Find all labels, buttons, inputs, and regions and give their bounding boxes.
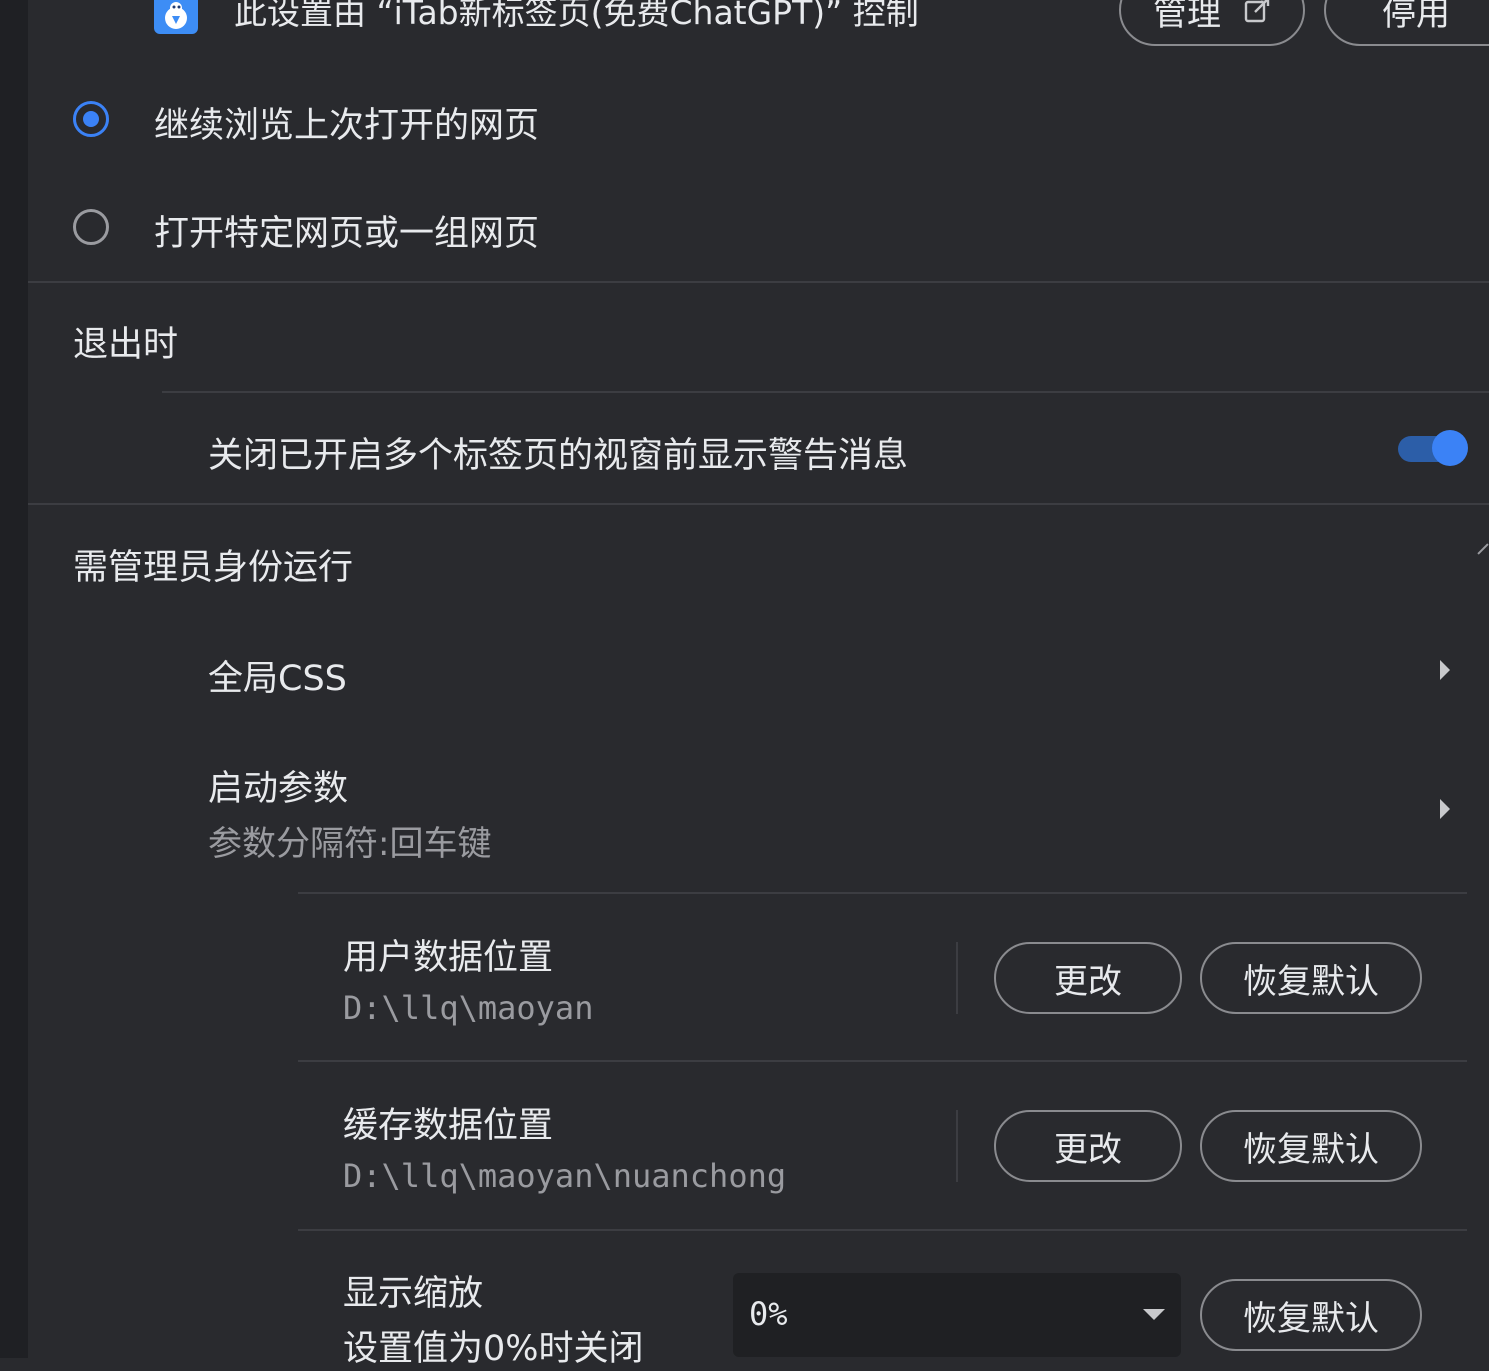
global-css-chevron-right-icon[interactable] — [1440, 660, 1450, 680]
radio-open-specific-pages[interactable] — [73, 209, 109, 245]
vertical-separator — [956, 1110, 958, 1182]
radio-label-continue-session: 继续浏览上次打开的网页 — [154, 106, 540, 146]
display-zoom-label: 显示缩放 — [343, 1274, 484, 1314]
manage-label: 管理 — [1153, 0, 1221, 34]
itab-extension-icon — [154, 0, 198, 34]
dropdown-caret-icon — [1143, 1309, 1165, 1320]
section-divider — [28, 503, 1489, 505]
display-zoom-value: 0% — [749, 1295, 788, 1333]
cache-data-reset-button[interactable]: 恢复默认 — [1200, 1110, 1422, 1182]
reset-label: 恢复默认 — [1243, 961, 1379, 1002]
cache-data-path: D:\llq\maoyan\nuanchong — [343, 1157, 787, 1195]
change-label: 更改 — [1054, 1129, 1122, 1170]
on-exit-heading: 退出时 — [73, 325, 179, 365]
user-data-path: D:\llq\maoyan — [343, 989, 594, 1027]
warn-close-label: 关闭已开启多个标签页的视窗前显示警告消息 — [208, 436, 909, 476]
change-label: 更改 — [1054, 961, 1122, 1002]
external-edit-icon — [1244, 0, 1270, 23]
launch-params-label: 启动参数 — [208, 769, 349, 809]
subsection-divider — [298, 892, 1467, 894]
manage-extension-button[interactable]: 管理 — [1119, 0, 1305, 46]
global-css-label: 全局CSS — [208, 659, 347, 699]
user-data-reset-button[interactable]: 恢复默认 — [1200, 942, 1422, 1014]
radio-label-open-specific-pages: 打开特定网页或一组网页 — [154, 214, 540, 254]
user-data-change-button[interactable]: 更改 — [994, 942, 1182, 1014]
user-data-label: 用户数据位置 — [343, 938, 554, 978]
display-zoom-select[interactable]: 0% — [733, 1273, 1181, 1357]
subsection-divider — [162, 391, 1489, 393]
launch-params-chevron-right-icon[interactable] — [1440, 799, 1450, 819]
radio-continue-session[interactable] — [73, 101, 109, 137]
toggle-knob — [1432, 430, 1468, 466]
disable-extension-button[interactable]: 停用 — [1324, 0, 1489, 46]
display-zoom-hint: 设置值为0%时关闭 — [343, 1329, 644, 1369]
display-zoom-reset-button[interactable]: 恢复默认 — [1200, 1279, 1422, 1351]
expand-indicator-icon — [1477, 543, 1489, 555]
launch-params-hint: 参数分隔符:回车键 — [208, 824, 492, 864]
subsection-divider — [298, 1229, 1467, 1231]
left-sidebar-edge — [0, 0, 28, 1358]
vertical-separator — [956, 942, 958, 1014]
cache-data-change-button[interactable]: 更改 — [994, 1110, 1182, 1182]
admin-run-heading: 需管理员身份运行 — [73, 548, 354, 588]
disable-label: 停用 — [1382, 0, 1450, 34]
section-divider — [28, 281, 1489, 283]
reset-label: 恢复默认 — [1243, 1298, 1379, 1339]
subsection-divider — [298, 1060, 1467, 1062]
extension-control-notice: 此设置由 “iTab新标签页(免费ChatGPT)” 控制 — [234, 0, 919, 32]
cache-data-label: 缓存数据位置 — [343, 1106, 554, 1146]
reset-label: 恢复默认 — [1243, 1129, 1379, 1170]
